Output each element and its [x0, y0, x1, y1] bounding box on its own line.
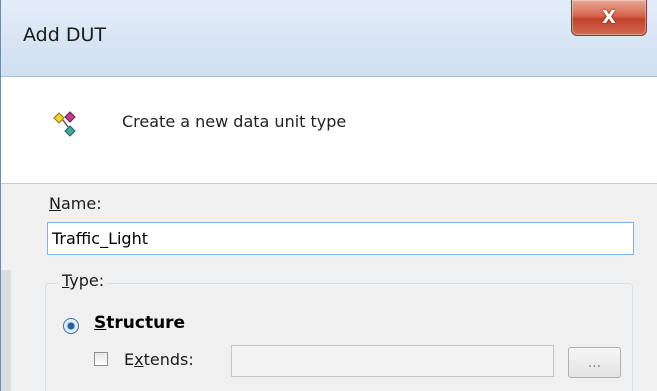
- title-bar[interactable]: Add DUT X: [1, 0, 657, 77]
- extends-checkbox-label[interactable]: Extends:: [124, 350, 194, 369]
- extends-label-text: tends:: [143, 350, 194, 369]
- name-label: Name:: [49, 194, 102, 213]
- structure-accelerator: S: [94, 313, 107, 333]
- name-input[interactable]: [47, 222, 634, 255]
- structure-label-text: tructure: [106, 313, 186, 333]
- type-label: Type:: [58, 271, 109, 290]
- dialog-title: Add DUT: [23, 24, 106, 46]
- close-button[interactable]: X: [571, 0, 647, 36]
- dut-icon: [52, 109, 78, 141]
- close-icon: X: [602, 7, 616, 28]
- browse-button[interactable]: ...: [568, 347, 621, 378]
- extends-checkbox[interactable]: [94, 352, 108, 366]
- structure-radio-label[interactable]: Structure: [94, 313, 185, 333]
- type-label-text: ype:: [69, 271, 105, 290]
- name-label-accelerator: N: [49, 194, 61, 213]
- header-description: Create a new data unit type: [122, 112, 347, 131]
- extends-input: [231, 345, 554, 377]
- left-edge-strip: [1, 270, 11, 391]
- name-label-text: ame:: [60, 194, 102, 213]
- extends-accelerator: x: [134, 350, 144, 369]
- structure-radio[interactable]: [63, 318, 79, 334]
- extends-label-prefix: E: [124, 350, 135, 369]
- add-dut-dialog: Add DUT X Create a new data unit type Na…: [0, 0, 657, 391]
